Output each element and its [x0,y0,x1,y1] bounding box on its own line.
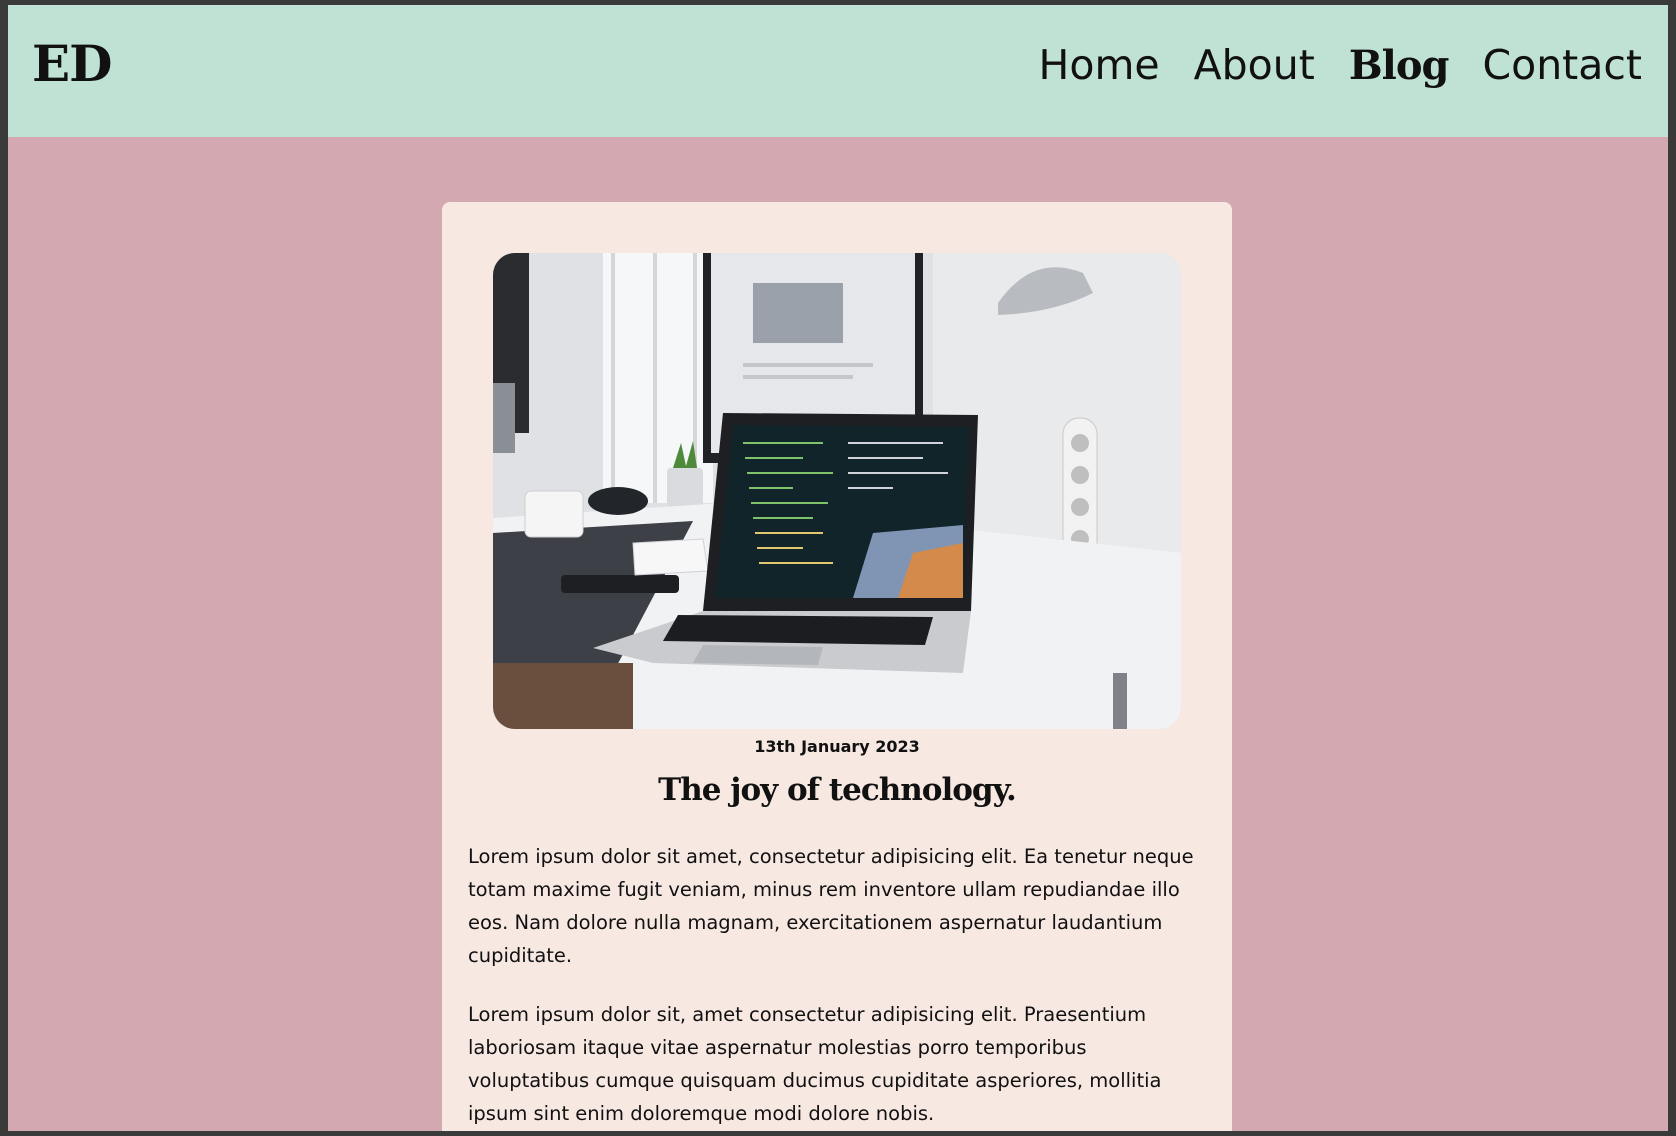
post-date: 13th January 2023 [754,737,920,756]
browser-viewport: ED Home About Blog Contact 13th January … [8,5,1668,1131]
post-hero-image [493,253,1181,729]
post-title: The joy of technology. [658,772,1017,808]
site-header: ED Home About Blog Contact [8,5,1668,137]
site-logo[interactable]: ED [32,39,112,89]
post-paragraph: Lorem ipsum dolor sit, amet consectetur … [468,1003,1162,1125]
nav-blog-link[interactable]: Blog [1349,46,1450,86]
nav-about-link[interactable]: About [1194,45,1315,86]
nav-home-link[interactable]: Home [1039,45,1160,86]
blog-post-card: 13th January 2023 The joy of technology.… [442,202,1232,1131]
nav-contact-link[interactable]: Contact [1482,45,1642,86]
post-paragraph: Lorem ipsum dolor sit amet, consectetur … [468,845,1194,967]
main-nav: Home About Blog Contact [1039,45,1642,86]
